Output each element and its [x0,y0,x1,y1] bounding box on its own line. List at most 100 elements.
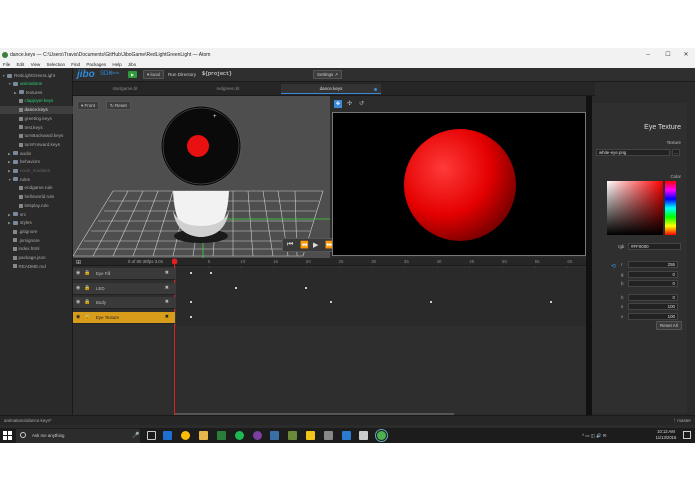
pan-icon[interactable]: ✣ [347,100,352,107]
tree-item[interactable]: ▶ styles [0,219,73,227]
timeline-layer-row[interactable]: ◉ 🔒 LED ✖ [73,282,175,295]
menu-packages[interactable]: Packages [86,62,106,67]
reset-view-icon[interactable]: ↺ [359,100,364,107]
color-h-field[interactable]: 0 [628,293,678,301]
tree-item[interactable]: turnForward.keys [0,141,73,149]
menu-selection[interactable]: Selection [47,62,66,67]
onenote-icon[interactable] [253,431,262,440]
keyframe-marker[interactable] [305,286,307,289]
tree-item[interactable]: ▶ src [0,211,73,219]
keyframe-marker[interactable] [550,301,552,303]
app-icon-green[interactable] [288,431,297,440]
run-button[interactable]: ▶ [128,71,137,78]
excel-icon[interactable] [217,431,226,440]
tree-root[interactable]: ▼ RedLightGreenLight [0,72,73,80]
task-view-icon[interactable] [147,431,156,440]
close-icon[interactable]: ✖ [165,285,169,291]
keyframe-marker[interactable] [190,315,192,318]
menu-view[interactable]: View [31,62,41,67]
close-icon[interactable]: ✖ [165,299,169,305]
camera-front-dropdown[interactable]: ▾ Front [77,101,100,110]
photoshop-icon[interactable] [270,431,279,440]
color-b-field[interactable]: 0 [628,280,678,287]
edge-icon[interactable] [163,431,172,440]
menu-jibo[interactable]: Jibo [128,62,136,67]
keyframe-marker[interactable] [190,301,192,303]
notifications-icon[interactable] [683,431,691,439]
maximize-button[interactable]: ☐ [659,48,677,62]
tree-item[interactable]: turnBackward.keys [0,132,73,140]
move-icon[interactable]: ✥ [334,100,342,108]
link-icon[interactable]: ⟲ [611,263,616,270]
lock-icon[interactable]: 🔒 [84,270,90,276]
minimize-button[interactable]: – [639,48,657,62]
cortana-search-box[interactable]: Ask me anything 🎤 [16,429,140,443]
close-icon[interactable]: ✖ [165,270,169,276]
tree-item[interactable]: letsplay.rule [0,202,73,210]
tree-item[interactable]: .jsrsignore [0,237,73,245]
keyframe-area[interactable] [176,268,586,326]
reset-all-button[interactable]: Reset All [656,321,682,330]
tree-item[interactable]: .gitignore [0,228,73,236]
color-saturation-picker[interactable] [607,181,663,235]
git-branch[interactable]: ᚴ master [673,416,691,426]
windows-start-icon[interactable] [3,431,13,441]
keyframe-marker[interactable] [190,272,192,274]
tree-item[interactable]: endgame.rule [0,184,73,192]
tree-item[interactable]: ▶ behaviors [0,158,73,166]
tree-item[interactable]: README.md [0,263,73,271]
color-s-field[interactable]: 100 [628,303,678,310]
playhead-handle[interactable] [172,259,177,264]
keyframe-marker[interactable] [210,272,212,274]
tree-item[interactable]: ▼ animations [0,80,73,88]
file-explorer-icon[interactable] [199,431,208,440]
sticky-notes-icon[interactable] [306,431,315,440]
hue-slider[interactable] [665,181,676,235]
menu-find[interactable]: Find [71,62,80,67]
app-icon-gray[interactable] [324,431,333,440]
play-icon[interactable]: ▶ [313,241,318,249]
eye-visibility-icon[interactable]: ◉ [76,270,80,276]
add-layer-icon[interactable]: ⊞ [76,259,81,266]
project-path-field[interactable]: ${project} [202,71,302,79]
robot-3d-viewport[interactable]: + [73,96,330,258]
tree-item[interactable]: ▼ rules [0,176,73,184]
texture-field[interactable]: white-eye.png [596,149,670,156]
tab-startgame[interactable]: startgame.bt [75,84,175,94]
tab-redgreen[interactable]: redgreen.bt [178,84,278,94]
keyframe-marker[interactable] [235,286,237,289]
tree-item[interactable]: test.keys [0,124,73,132]
spotify-icon[interactable] [235,431,244,440]
camera-reset-button[interactable]: ↻ Reset [106,101,131,110]
tab-dance[interactable]: dance.keys [281,84,381,94]
eye-visibility-icon[interactable]: ◉ [76,314,80,320]
close-button[interactable]: ✕ [677,48,695,62]
settings-button[interactable]: Settings ↗ [313,70,343,79]
tree-item[interactable]: helloworld.rule [0,193,73,201]
clock-time[interactable]: 10:13 AM [652,429,680,434]
eye-visibility-icon[interactable]: ◉ [76,285,80,291]
atom-icon[interactable] [375,429,388,442]
clock-date[interactable]: 11/13/2016 [652,435,680,440]
tree-item[interactable]: ▶ node_modules [0,167,73,175]
chrome-icon[interactable] [181,431,190,440]
store-icon[interactable] [342,431,351,440]
timeline-layer-row[interactable]: ◉ 🔒 Body ✖ [73,297,175,309]
menu-edit[interactable]: Edit [17,62,25,67]
modified-dot-icon[interactable] [374,88,377,91]
tree-item[interactable]: clapjoyer.keys [0,97,73,105]
tree-item[interactable]: package.json [0,254,73,262]
local-dropdown[interactable]: ▾ local [143,70,164,79]
lock-icon[interactable]: 🔒 [84,314,90,320]
eye-preview-canvas[interactable] [332,112,586,256]
timeline-layer-row[interactable]: ◉ 🔒 Eye Fill ✖ [73,268,175,280]
keyframe-marker[interactable] [430,301,432,303]
keyframe-marker[interactable] [330,301,332,303]
tree-item[interactable]: dance.keys [0,106,73,115]
color-g-field[interactable]: 0 [628,270,678,278]
color-r-field[interactable]: 255 [628,261,678,268]
lock-icon[interactable]: 🔒 [84,299,90,305]
texture-browse-button[interactable]: ... [672,149,680,156]
step-back-icon[interactable]: ⏪ [300,241,309,249]
status-path[interactable]: animations\dance.keys* [4,418,52,423]
